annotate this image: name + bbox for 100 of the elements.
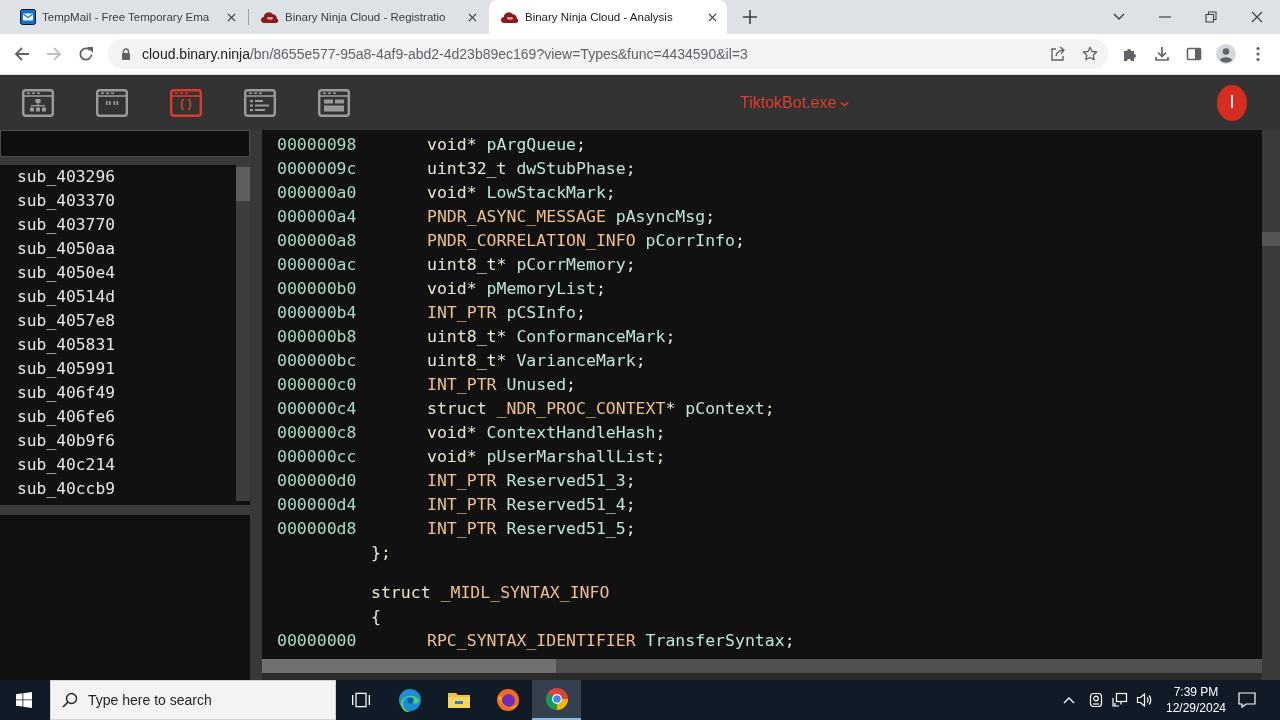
address-offset: 000000cc <box>277 446 358 468</box>
puzzle-icon[interactable] <box>1122 46 1138 62</box>
profile-icon[interactable] <box>1216 44 1236 64</box>
code-line: void* ContextHandleHash; <box>427 422 666 444</box>
close-icon[interactable] <box>468 12 477 22</box>
address-offset: 000000c4 <box>277 398 358 420</box>
code-line: struct _MIDL_SYNTAX_INFO <box>371 582 610 604</box>
function-item[interactable]: sub_406fe6 <box>0 405 236 429</box>
function-item[interactable]: sub_40b9f6 <box>0 429 236 453</box>
address-offset: 0000009c <box>277 158 358 180</box>
restore-icon[interactable] <box>1205 11 1217 23</box>
stacked-windows-icon[interactable] <box>350 690 371 710</box>
globe-icon[interactable] <box>495 688 520 712</box>
code-line: INT_PTR Unused; <box>427 374 577 396</box>
function-item[interactable]: sub_40c214 <box>0 453 236 477</box>
scrollbar-track[interactable] <box>262 659 1262 673</box>
clock-date: 12/29/2024 <box>1165 700 1227 716</box>
address-bar[interactable]: cloud.binary.ninja/bn/8655e577-95a8-4af9-abd2-4d23b89ec169?view=Types&func=4434590&il=3 <box>108 39 1108 69</box>
function-item[interactable]: sub_405991 <box>0 357 236 381</box>
function-item[interactable]: sub_4050e4 <box>0 261 236 285</box>
list-icon[interactable] <box>244 88 276 117</box>
function-item[interactable]: sub_4057e8 <box>0 309 236 333</box>
avatar-button[interactable]: I <box>1217 84 1247 121</box>
code-line: uint8_t* ConformanceMark; <box>427 326 676 348</box>
reload-icon[interactable] <box>78 46 94 62</box>
chevron-down-icon[interactable] <box>1113 13 1125 21</box>
code-line: void* LowStackMark; <box>427 182 616 204</box>
address-offset: 000000a0 <box>277 182 358 204</box>
code-line: struct _NDR_PROC_CONTEXT* pContext; <box>427 398 775 420</box>
speaker-icon[interactable] <box>1136 692 1152 708</box>
address-offset: 000000b8 <box>277 326 358 348</box>
address-offset: 00000098 <box>277 134 358 156</box>
code-line: PNDR_CORRELATION_INFO pCorrInfo; <box>427 230 745 252</box>
close-icon[interactable] <box>708 12 717 22</box>
code-line: void* pUserMarshallList; <box>427 446 666 468</box>
message-icon[interactable] <box>1238 692 1256 708</box>
quote-icon[interactable] <box>96 88 128 117</box>
code-line: uint8_t* VarianceMark; <box>427 350 646 372</box>
scrollbar-thumb[interactable] <box>262 659 556 673</box>
clock-time: 7:39 PM <box>1173 684 1219 700</box>
search-field[interactable]: Type here to search <box>50 680 336 720</box>
lock-icon <box>121 48 131 60</box>
braces-icon[interactable] <box>170 88 202 117</box>
function-item[interactable]: sub_405831 <box>0 333 236 357</box>
caret-icon <box>840 101 850 107</box>
code-line: PNDR_ASYNC_MESSAGE pAsyncMsg; <box>427 206 716 228</box>
star-icon[interactable] <box>1082 46 1098 62</box>
address-offset: 000000c8 <box>277 422 358 444</box>
monitor-icon[interactable] <box>1112 692 1128 708</box>
function-item[interactable]: sub_403296 <box>0 165 236 189</box>
address-offset: 000000b0 <box>277 278 358 300</box>
hierarchy-icon[interactable] <box>22 88 54 117</box>
download-icon[interactable] <box>1154 46 1170 62</box>
chevron-up-icon[interactable] <box>1063 696 1075 704</box>
browser-tab[interactable]: Binary Ninja Cloud - Analysis <box>489 0 727 34</box>
envelope-icon <box>20 9 36 25</box>
scrollbar-thumb[interactable] <box>1262 232 1280 246</box>
function-item[interactable]: sub_406f49 <box>0 381 236 405</box>
search-icon <box>62 692 78 708</box>
close-icon[interactable] <box>227 12 236 22</box>
function-item[interactable]: sub_40514d <box>0 285 236 309</box>
wave-circle-icon[interactable] <box>397 688 422 712</box>
function-item[interactable]: sub_4050aa <box>0 237 236 261</box>
browser-tab[interactable]: TempMail - Free Temporary Ema <box>8 0 246 34</box>
code-line: INT_PTR Reserved51_5; <box>427 518 636 540</box>
four-panes-icon[interactable] <box>16 692 32 708</box>
address-offset: 000000b4 <box>277 302 358 324</box>
function-item[interactable]: sub_40ccb9 <box>0 477 236 501</box>
side-panel-icon[interactable] <box>1186 46 1202 62</box>
camera-icon[interactable] <box>1088 692 1104 708</box>
input-field[interactable] <box>0 130 250 157</box>
address-offset: 000000c0 <box>277 374 358 396</box>
code-line: }; <box>371 542 391 564</box>
cloud-icon <box>501 11 519 23</box>
scrollbar-thumb[interactable] <box>236 167 250 201</box>
code-line: INT_PTR pCSInfo; <box>427 302 586 324</box>
function-item[interactable]: sub_403370 <box>0 189 236 213</box>
scrollbar-track[interactable] <box>1262 130 1280 680</box>
function-item[interactable]: sub_403770 <box>0 213 236 237</box>
share-icon[interactable] <box>1050 46 1066 62</box>
code-line: void* pMemoryList; <box>427 278 606 300</box>
code-line: { <box>371 606 381 628</box>
plus-icon[interactable] <box>743 10 757 24</box>
code-line: uint8_t* pCorrMemory; <box>427 254 636 276</box>
address-offset: 000000d4 <box>277 494 358 516</box>
code-line: uint32_t dwStubPhase; <box>427 158 636 180</box>
address-offset: 000000d0 <box>277 470 358 492</box>
back-arrow-icon[interactable] <box>14 46 30 62</box>
close-icon[interactable] <box>1251 11 1263 23</box>
address-offset: 000000ac <box>277 254 358 276</box>
segmented-circle-icon[interactable] <box>544 687 569 711</box>
code-line: INT_PTR Reserved51_3; <box>427 470 636 492</box>
address-offset: 000000a8 <box>277 230 358 252</box>
scrollbar-track[interactable] <box>236 165 250 501</box>
address-offset: 000000d8 <box>277 518 358 540</box>
cloud-icon <box>261 11 279 23</box>
layout-icon[interactable] <box>318 88 350 117</box>
browser-tab[interactable]: Binary Ninja Cloud - Registratio <box>249 0 487 34</box>
address-offset: 000000bc <box>277 350 358 372</box>
address-offset: 000000a4 <box>277 206 358 228</box>
